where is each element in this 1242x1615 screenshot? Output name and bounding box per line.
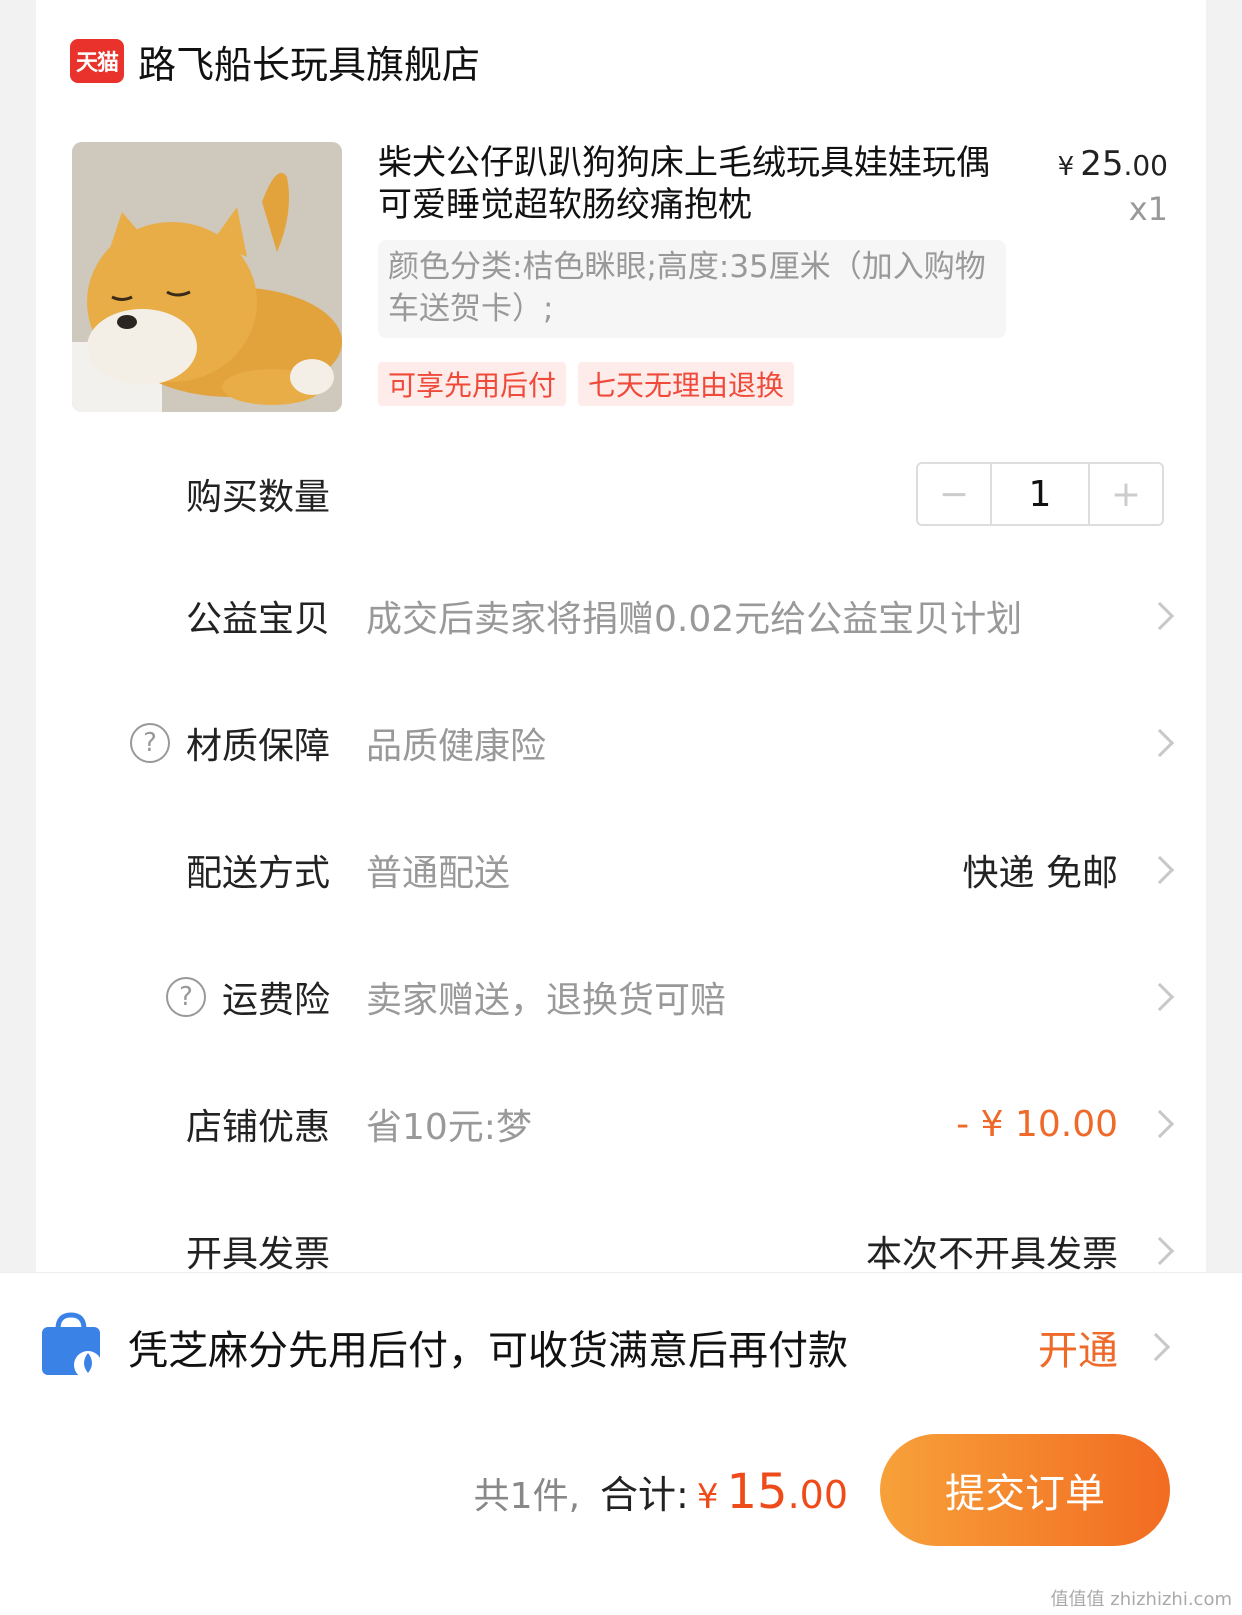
material-value: 品质健康险 — [366, 726, 547, 767]
row-store-discount[interactable]: 店铺优惠 省10元:梦 - ¥ 10.00 — [36, 1084, 1206, 1164]
invoice-value: 本次不开具发票 — [865, 1234, 1118, 1275]
total-currency: ¥ — [696, 1477, 719, 1517]
material-label-wrap: ? 材质保障 — [129, 717, 330, 769]
discount-label: 店铺优惠 — [185, 1107, 330, 1148]
help-icon[interactable]: ? — [165, 977, 206, 1017]
tag-pay-later: 可享先用后付 — [378, 362, 567, 406]
chevron-right-icon — [1145, 601, 1175, 631]
price-cents: .00 — [1123, 149, 1168, 182]
material-label: 材质保障 — [185, 726, 330, 767]
price-currency: ¥ — [1057, 152, 1075, 182]
shipping-method: 快递 免邮 — [962, 853, 1118, 894]
discount-amount: - ¥ 10.00 — [956, 1103, 1118, 1145]
increment-button[interactable]: + — [1090, 464, 1162, 524]
service-tags: 可享先用后付 七天无理由退换 — [378, 362, 795, 406]
checkout-bar: 共1件, 合计: ¥ 15 .00 提交订单 值值值 zhizhizhi.com — [0, 1420, 1242, 1615]
tag-seven-day-return: 七天无理由退换 — [578, 362, 795, 406]
activate-button[interactable]: 开通 — [1038, 1318, 1118, 1376]
watermark: 值值值 zhizhizhi.com — [1050, 1589, 1232, 1610]
charity-value: 成交后卖家将捐赠0.02元给公益宝贝计划 — [366, 599, 1023, 640]
help-icon[interactable]: ? — [129, 723, 170, 763]
discount-value: 省10元:梦 — [366, 1107, 532, 1148]
total-cents: .00 — [787, 1473, 848, 1517]
pay-later-text: 凭芝麻分先用后付，可收货满意后再付款 — [128, 1327, 848, 1374]
chevron-right-icon — [1145, 1109, 1175, 1139]
submit-order-button[interactable]: 提交订单 — [880, 1434, 1170, 1546]
tmall-logo: 天猫 — [70, 39, 124, 83]
quantity-stepper: − 1 + — [916, 462, 1164, 526]
product-price: ¥25.00 — [1058, 144, 1168, 184]
chevron-right-icon — [1145, 728, 1175, 758]
freight-insurance-value: 卖家赠送，退换货可赔 — [366, 980, 727, 1021]
chevron-right-icon — [1145, 855, 1175, 885]
product-image[interactable] — [72, 142, 342, 412]
product-quantity: x1 — [1128, 190, 1168, 228]
freight-label-wrap: ? 运费险 — [165, 971, 330, 1023]
order-card: 天猫 路飞船长玩具旗舰店 柴犬公仔趴趴狗狗床上毛绒玩具娃娃玩偶可爱睡觉超软肠绞痛… — [36, 0, 1206, 1320]
shopping-bag-icon — [42, 1312, 102, 1379]
shipping-value: 普通配送 — [366, 853, 511, 894]
total-int: 15 — [726, 1464, 788, 1520]
sku-selection[interactable]: 颜色分类:桔色眯眼;高度:35厘米（加入购物车送贺卡）; — [378, 240, 1006, 338]
row-quantity: 购买数量 − 1 + — [36, 454, 1206, 534]
pay-later-banner[interactable]: 凭芝麻分先用后付，可收货满意后再付款 开通 — [0, 1272, 1242, 1420]
row-material[interactable]: ? 材质保障 品质健康险 — [36, 703, 1206, 783]
store-header[interactable]: 天猫 路飞船长玩具旗舰店 — [70, 34, 480, 89]
store-name[interactable]: 路飞船长玩具旗舰店 — [138, 34, 480, 89]
row-freight-insurance[interactable]: ? 运费险 卖家赠送，退换货可赔 — [36, 957, 1206, 1037]
row-charity[interactable]: 公益宝贝 成交后卖家将捐赠0.02元给公益宝贝计划 — [36, 576, 1206, 656]
decrement-button[interactable]: − — [918, 464, 990, 524]
total-label: 合计: — [600, 1473, 689, 1517]
quantity-label: 购买数量 — [185, 477, 330, 518]
invoice-label: 开具发票 — [185, 1234, 330, 1275]
price-int: 25 — [1080, 144, 1124, 184]
charity-label: 公益宝贝 — [185, 599, 330, 640]
freight-insurance-label: 运费险 — [221, 980, 330, 1021]
shipping-label: 配送方式 — [185, 853, 330, 894]
chevron-right-icon — [1145, 1236, 1175, 1266]
product-title[interactable]: 柴犬公仔趴趴狗狗床上毛绒玩具娃娃玩偶可爱睡觉超软肠绞痛抱枕 — [378, 142, 998, 226]
chevron-right-icon — [1145, 982, 1175, 1012]
chevron-right-icon — [1141, 1332, 1171, 1361]
shiba-plush-image — [72, 142, 342, 412]
order-summary: 共1件, 合计: ¥ 15 .00 — [474, 1464, 848, 1520]
item-count: 共1件, — [473, 1476, 581, 1517]
quantity-input[interactable]: 1 — [990, 464, 1090, 524]
row-shipping[interactable]: 配送方式 普通配送 快递 免邮 — [36, 830, 1206, 910]
